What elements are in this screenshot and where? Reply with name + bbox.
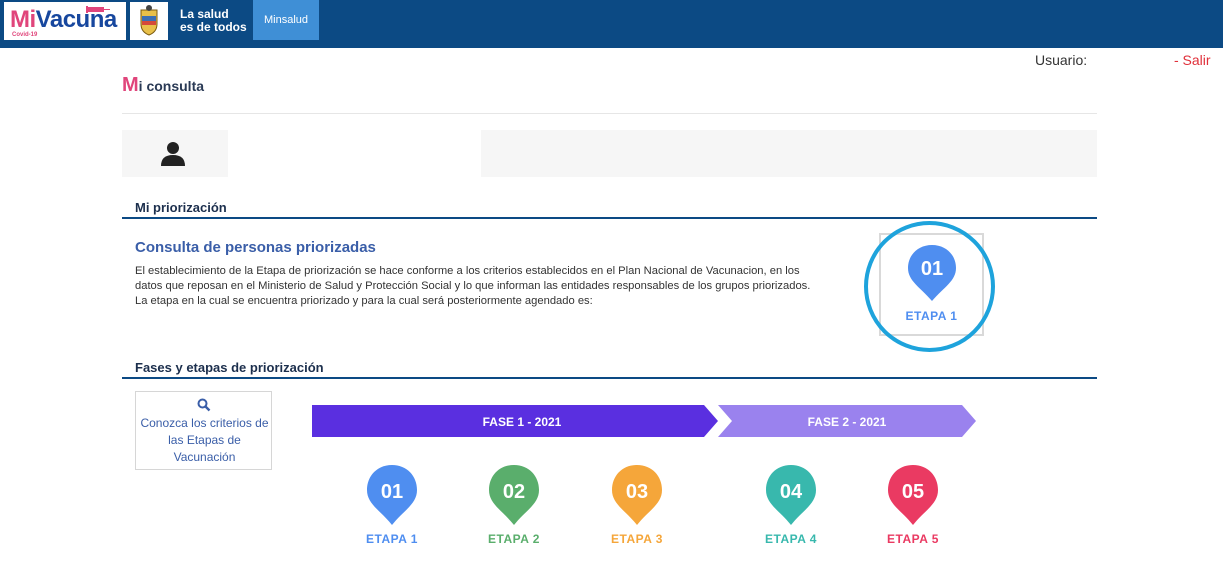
etapa-pin-4[interactable]: 04 [763, 463, 819, 527]
mivacuna-logo[interactable]: MiVacuna Covid-19 [4, 2, 126, 40]
divider [122, 113, 1097, 114]
logout-link[interactable]: - Salir [1174, 52, 1211, 68]
section-title-priorizacion: Mi priorización [135, 200, 227, 215]
criterios-link-text: Conozca los criterios de las Etapas de V… [140, 416, 269, 464]
etapa-label-2: ETAPA 2 [488, 532, 540, 546]
section-divider-fases [122, 377, 1097, 379]
etapa-pin-3[interactable]: 03 [609, 463, 665, 527]
page-title: Mi consulta [122, 74, 205, 96]
fases-timeline: FASE 1 - 2021 FASE 2 - 2021 [312, 405, 976, 437]
syringe-icon [86, 6, 110, 13]
colombia-shield-logo [130, 2, 168, 40]
etapa-pin-5[interactable]: 05 [885, 463, 941, 527]
etapa-number-2: 02 [503, 481, 525, 503]
highlight-circle [864, 221, 995, 352]
user-label: Usuario: [1035, 52, 1088, 68]
salud-slogan: La salud es de todos [180, 7, 247, 34]
etapa-label-3: ETAPA 3 [611, 532, 663, 546]
minsalud-link[interactable]: Minsalud [253, 0, 319, 40]
top-header-bar: MiVacuna Covid-19 La salud es de todos M… [0, 0, 1223, 48]
consulta-heading: Consulta de personas priorizadas [135, 239, 376, 256]
etapa-label-4: ETAPA 4 [765, 532, 817, 546]
section-title-fases: Fases y etapas de priorización [135, 360, 324, 375]
fase2-label: FASE 2 - 2021 [808, 415, 887, 429]
etapa-pin-1[interactable]: 01 [364, 463, 420, 527]
priorizacion-description: El establecimiento de la Etapa de priori… [135, 265, 811, 307]
search-icon [197, 398, 211, 412]
user-card [122, 130, 1097, 177]
fase1-label: FASE 1 - 2021 [483, 415, 562, 429]
person-icon [161, 142, 185, 166]
etapa-label-5: ETAPA 5 [887, 532, 939, 546]
etapa-number-1: 01 [381, 481, 403, 503]
etapa-number-3: 03 [626, 481, 648, 503]
user-name-field [228, 130, 481, 177]
etapa-number-4: 04 [780, 481, 803, 503]
etapa-number-5: 05 [902, 481, 924, 503]
shield-icon [140, 5, 158, 36]
logo-subtitle: Covid-19 [12, 32, 38, 38]
section-divider [122, 217, 1097, 219]
etapa-pin-2[interactable]: 02 [486, 463, 542, 527]
etapa-label-1: ETAPA 1 [366, 532, 418, 546]
criterios-link-button[interactable]: Conozca los criterios de las Etapas de V… [135, 391, 272, 470]
